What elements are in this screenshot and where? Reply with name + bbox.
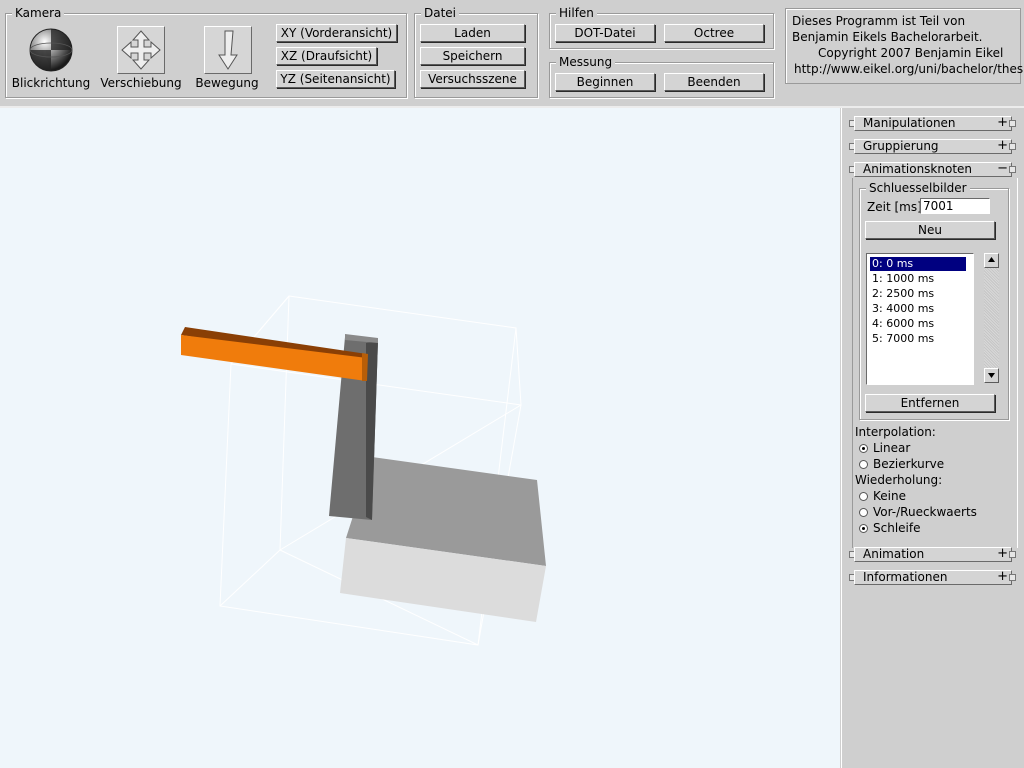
section-information[interactable]: Informationen + [854, 570, 1012, 585]
forward-arrow-icon [218, 30, 238, 70]
time-input[interactable] [920, 198, 990, 214]
measure-stop-button[interactable]: Beenden [664, 73, 764, 91]
section-marker [1009, 143, 1016, 150]
section-marker [1009, 120, 1016, 127]
view-xy-button[interactable]: XY (Vorderansicht) [276, 24, 397, 42]
view-yz-button[interactable]: YZ (Seitenansicht) [276, 70, 395, 88]
keyframe-item-selected[interactable]: 0: 0 ms [870, 257, 966, 271]
repeat-loop-radio[interactable] [859, 524, 868, 533]
section-animation-node[interactable]: Animationsknoten − [854, 162, 1012, 177]
test-scene-button[interactable]: Versuchsszene [420, 70, 525, 88]
scroll-down-button[interactable] [984, 368, 999, 383]
arrow-up-icon [988, 257, 995, 262]
view-xz-button[interactable]: XZ (Draufsicht) [276, 47, 377, 65]
section-marker [1009, 574, 1016, 581]
section-manipulations[interactable]: Manipulationen + [854, 116, 1012, 131]
arrow-down-icon [988, 373, 995, 378]
measure-start-button[interactable]: Beginnen [555, 73, 655, 91]
keyframe-item[interactable]: 4: 6000 ms [870, 317, 966, 331]
load-button[interactable]: Laden [420, 24, 525, 42]
expand-icon: + [997, 138, 1008, 153]
section-animation[interactable]: Animation + [854, 547, 1012, 562]
move-arrows-icon [121, 30, 161, 70]
expand-icon: + [997, 546, 1008, 561]
scroll-up-button[interactable] [984, 253, 999, 268]
save-button[interactable]: Speichern [420, 47, 525, 65]
interp-bezier-label[interactable]: Bezierkurve [873, 457, 944, 471]
orange-bar-object[interactable] [181, 327, 368, 381]
time-label: Zeit [ms]: [867, 200, 926, 214]
move-tool[interactable] [204, 26, 252, 74]
expand-icon: + [997, 569, 1008, 584]
interp-linear-radio[interactable] [859, 444, 868, 453]
new-keyframe-button[interactable]: Neu [865, 221, 995, 239]
section-title: Informationen [863, 570, 948, 584]
repeat-none-label[interactable]: Keine [873, 489, 906, 503]
file-legend: Datei [421, 6, 460, 20]
section-title: Animation [863, 547, 925, 561]
sphere-icon [29, 28, 73, 72]
interpolation-label: Interpolation: [855, 425, 936, 439]
about-line-4: http://www.eikel.org/uni/bachelor/thesis [794, 62, 1024, 76]
camera-legend: Kamera [12, 6, 65, 20]
interp-linear-label[interactable]: Linear [873, 441, 910, 455]
section-grouping[interactable]: Gruppierung + [854, 139, 1012, 154]
keyframes-legend: Schluesselbilder [866, 181, 970, 195]
keyframe-item[interactable]: 2: 2500 ms [870, 287, 966, 301]
toolbar: Kamera Blickrichtung Verschiebung Bewegu… [0, 0, 1024, 108]
repeat-label: Wiederholung: [855, 473, 943, 487]
octree-button[interactable]: Octree [664, 24, 764, 42]
scene-canvas[interactable] [0, 108, 840, 768]
repeat-pingpong-label[interactable]: Vor-/Rueckwaerts [873, 505, 977, 519]
repeat-none-radio[interactable] [859, 492, 868, 501]
expand-icon: + [997, 115, 1008, 130]
section-title: Gruppierung [863, 139, 939, 153]
view-direction-tool[interactable] [27, 26, 75, 74]
about-box: Dieses Programm ist Teil von Benjamin Ei… [785, 8, 1024, 84]
properties-panel: Manipulationen + Gruppierung + Animation… [841, 108, 1024, 768]
section-title: Animationsknoten [863, 162, 973, 176]
about-line-1: Dieses Programm ist Teil von [792, 14, 966, 28]
keyframe-list[interactable]: 0: 0 ms 1: 1000 ms 2: 2500 ms 3: 4000 ms… [866, 253, 974, 385]
section-title: Manipulationen [863, 116, 956, 130]
remove-keyframe-button[interactable]: Entfernen [865, 394, 995, 412]
help-legend: Hilfen [556, 6, 597, 20]
pan-tool[interactable] [117, 26, 165, 74]
keyframe-item[interactable]: 5: 7000 ms [870, 332, 966, 346]
keyframe-item[interactable]: 3: 4000 ms [870, 302, 966, 316]
keyframe-scrollbar[interactable] [984, 253, 999, 383]
dot-file-button[interactable]: DOT-Datei [555, 24, 655, 42]
measure-legend: Messung [556, 55, 616, 69]
keyframe-item[interactable]: 1: 1000 ms [870, 272, 966, 286]
interp-bezier-radio[interactable] [859, 460, 868, 469]
section-marker [1009, 166, 1016, 173]
repeat-pingpong-radio[interactable] [859, 508, 868, 517]
about-line-2: Benjamin Eikels Bachelorarbeit. [792, 30, 983, 44]
scene-viewport[interactable] [0, 108, 840, 768]
collapse-icon: − [997, 161, 1008, 176]
move-label: Bewegung [195, 76, 259, 90]
view-direction-label: Blickrichtung [11, 76, 91, 90]
about-line-3: Copyright 2007 Benjamin Eikel [818, 46, 1004, 60]
repeat-loop-label[interactable]: Schleife [873, 521, 920, 535]
pan-label: Verschiebung [100, 76, 182, 90]
section-marker [1009, 551, 1016, 558]
